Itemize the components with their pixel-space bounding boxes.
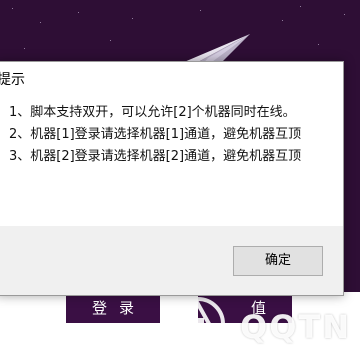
message-dialog: 提示 1、脚本支持双开，可以允许[2]个机器同时在线。 2、机器[1]登录请选择… (0, 61, 344, 296)
ok-button[interactable]: 确定 (233, 246, 323, 276)
app-background: 登录 值 QQTN 提示 1、脚本支持双开，可以允许[2]个机器同时在线。 2、… (0, 0, 360, 360)
message-line: 3、机器[2]登录请选择机器[2]通道，避免机器互顶 (9, 149, 302, 164)
star-decoration (24, 48, 25, 49)
login-button[interactable]: 登录 (66, 293, 160, 323)
star-decoration (300, 6, 301, 7)
star-decoration (318, 44, 319, 45)
watermark-logo-icon (171, 297, 225, 351)
star-decoration (12, 8, 13, 9)
dialog-title: 提示 (0, 72, 25, 88)
message-line: 1、脚本支持双开，可以允许[2]个机器同时在线。 (9, 105, 296, 120)
star-decoration (132, 18, 133, 19)
message-line: 2、机器[1]登录请选择机器[1]通道，避免机器互顶 (9, 127, 302, 142)
watermark-text: QQTN (240, 308, 352, 346)
star-decoration (40, 22, 41, 23)
star-decoration (110, 40, 111, 41)
star-decoration (282, 20, 283, 21)
star-decoration (344, 14, 345, 15)
star-decoration (78, 12, 79, 13)
dialog-message: 1、脚本支持双开，可以允许[2]个机器同时在线。 2、机器[1]登录请选择机器[… (9, 102, 301, 168)
dialog-titlebar[interactable]: 提示 (0, 62, 343, 94)
star-decoration (200, 10, 201, 11)
